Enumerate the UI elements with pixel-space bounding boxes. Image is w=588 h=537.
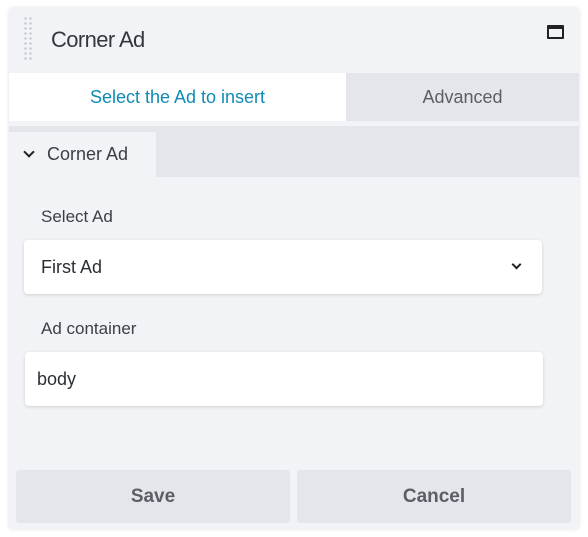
dropdown-chevron-icon <box>511 259 522 270</box>
ad-container-input[interactable] <box>25 352 543 406</box>
tab-content: Corner Ad Select Ad First Ad Ad containe… <box>9 126 579 466</box>
corner-ad-dialog: Corner Ad Select the Ad to insert Advanc… <box>9 8 579 529</box>
tab-bar: Select the Ad to insert Advanced <box>9 73 579 121</box>
ad-container-label: Ad container <box>41 319 137 338</box>
drag-handle-icon[interactable] <box>23 16 33 62</box>
select-ad-dropdown[interactable]: First Ad <box>24 240 542 294</box>
dialog-header: Corner Ad <box>9 8 579 72</box>
section-label: Corner Ad <box>47 144 129 164</box>
select-ad-value: First Ad <box>41 256 103 277</box>
tab-select-ad[interactable]: Select the Ad to insert <box>9 73 346 121</box>
chevron-down-icon <box>23 146 35 158</box>
save-button[interactable]: Save <box>16 470 290 523</box>
select-ad-label: Select Ad <box>41 207 113 226</box>
tab-advanced[interactable]: Advanced <box>346 73 579 121</box>
dialog-footer: Save Cancel <box>9 470 579 529</box>
maximize-button[interactable] <box>545 23 565 41</box>
section-bar: Corner Ad <box>9 126 579 177</box>
section-toggle[interactable]: Corner Ad <box>9 132 156 177</box>
cancel-button[interactable]: Cancel <box>297 470 571 523</box>
maximize-icon <box>546 25 564 39</box>
dialog-title: Corner Ad <box>51 27 145 52</box>
